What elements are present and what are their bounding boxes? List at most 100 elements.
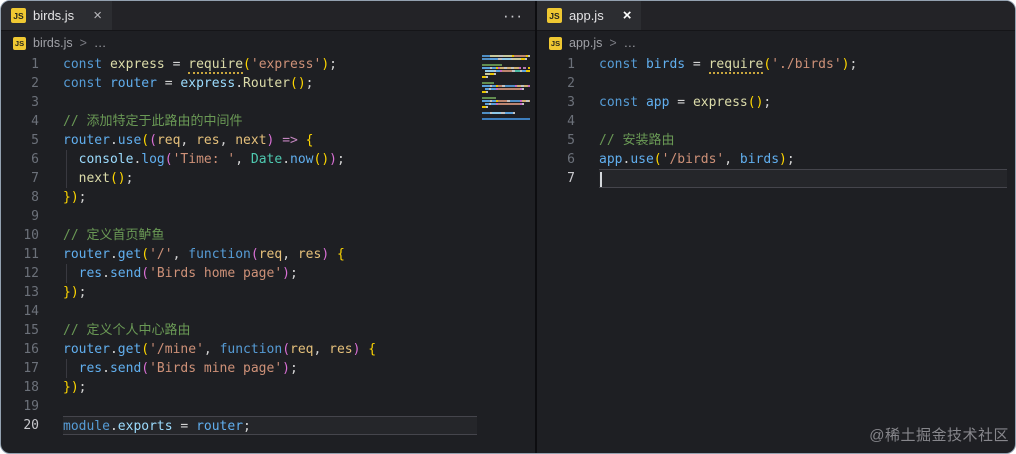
line-number: 9 — [31, 209, 39, 224]
line-number: 4 — [31, 114, 39, 129]
code-token: Date — [250, 152, 283, 167]
code-line[interactable]: 4 — [537, 112, 1015, 131]
editor-app-js[interactable]: 1 const birds = require('./birds'); 2 3 con… — [537, 55, 1015, 188]
code-token: use — [630, 152, 654, 167]
code-line[interactable]: 1 const birds = require('./birds'); — [537, 55, 1015, 74]
code-line[interactable]: 2 const router = express.Router(); — [1, 74, 535, 93]
code-token: } — [63, 285, 71, 300]
code-line[interactable]: 10 // 定义首页鲈鱼 — [1, 226, 535, 245]
close-tab-icon[interactable]: × — [623, 8, 632, 23]
code-line[interactable]: 17 res.send('Birds mine page'); — [1, 359, 535, 378]
code-token: router — [63, 247, 110, 262]
code-line[interactable]: 6 console.log('Time: ', Date.now()); — [1, 150, 535, 169]
minimap-line — [482, 97, 530, 99]
code-token: res — [78, 266, 103, 281]
line-number: 2 — [567, 76, 575, 91]
code-text — [599, 169, 1007, 188]
code-line[interactable]: 3 — [1, 93, 535, 112]
tab-birds-js[interactable]: JS birds.js × — [1, 1, 112, 30]
vscode-window: JS birds.js × ··· JS birds.js > … 1 const… — [0, 0, 1016, 454]
code-token: './birds' — [771, 57, 842, 72]
code-line[interactable]: 18}); — [1, 378, 535, 397]
code-token: ( — [164, 152, 173, 167]
code-line[interactable]: 7 next(); — [1, 169, 535, 188]
code-line[interactable]: 11 router.get('/', function(req, res) { — [1, 245, 535, 264]
code-text: const app = express(); — [599, 93, 1007, 112]
code-line[interactable]: 14 — [1, 302, 535, 321]
line-number: 1 — [567, 57, 575, 72]
code-line[interactable]: 7 — [537, 169, 1015, 188]
code-text: res.send('Birds home page'); — [63, 264, 477, 283]
line-number: 13 — [23, 285, 39, 300]
code-token: . — [102, 361, 110, 376]
minimap-line — [482, 55, 530, 57]
code-token: console — [78, 152, 134, 167]
tab-app-js[interactable]: JS app.js × — [537, 1, 642, 30]
code-token: send — [109, 266, 142, 281]
code-text: res.send('Birds mine page'); — [63, 359, 477, 378]
code-token: ( — [141, 133, 150, 148]
code-token: ; — [329, 57, 337, 72]
minimap-line — [482, 76, 530, 78]
breadcrumb[interactable]: JS app.js > … — [537, 31, 1015, 55]
breadcrumb-file[interactable]: birds.js — [33, 36, 73, 50]
line-number: 2 — [31, 76, 39, 91]
code-token: ) — [321, 247, 330, 262]
code-token: } — [63, 380, 71, 395]
javascript-file-icon: JS — [11, 8, 26, 23]
breadcrumb-file[interactable]: app.js — [569, 36, 602, 50]
code-token: . — [102, 266, 110, 281]
more-actions-button[interactable]: ··· — [503, 1, 523, 31]
line-number: 8 — [31, 190, 39, 205]
code-line[interactable]: 19 — [1, 397, 535, 416]
breadcrumb[interactable]: JS birds.js > … — [1, 31, 535, 55]
breadcrumb-more[interactable]: … — [624, 36, 637, 50]
code-text: // 添加特定于此路由的中间件 — [63, 112, 477, 131]
minimap[interactable] — [482, 55, 530, 115]
code-token: 'Birds mine page' — [149, 361, 283, 376]
code-line[interactable]: 2 — [537, 74, 1015, 93]
code-token: // 添加特定于此路由的中间件 — [63, 114, 243, 129]
code-line[interactable]: 3 const app = express(); — [537, 93, 1015, 112]
code-line[interactable]: 1 const express = require('express'); — [1, 55, 535, 74]
code-line[interactable]: 13}); — [1, 283, 535, 302]
code-token: ; — [78, 380, 87, 395]
code-line[interactable]: 16 router.get('/mine', function(req, res)… — [1, 340, 535, 359]
code-line[interactable]: 20 module.exports = router; — [1, 416, 535, 435]
code-token: ( — [282, 342, 291, 357]
code-token: ) — [282, 266, 290, 281]
code-line[interactable]: 5 // 安装路由 — [537, 131, 1015, 150]
code-token: app — [645, 95, 670, 110]
code-line[interactable]: 15 // 定义个人中心路由 — [1, 321, 535, 340]
code-token: ( — [141, 266, 150, 281]
line-number: 5 — [567, 133, 575, 148]
code-token: // 安装路由 — [599, 133, 675, 148]
code-line[interactable]: 12 res.send('Birds home page'); — [1, 264, 535, 283]
code-token: router — [196, 419, 244, 434]
code-line[interactable]: 8}); — [1, 188, 535, 207]
code-line[interactable]: 9 — [1, 207, 535, 226]
code-token: express — [109, 57, 165, 72]
breadcrumb-more[interactable]: … — [94, 36, 107, 50]
code-token: next — [78, 171, 110, 186]
line-number: 7 — [31, 171, 39, 186]
code-token: 'Birds home page' — [149, 266, 283, 281]
code-token: ( — [109, 171, 118, 186]
code-token: res — [297, 247, 322, 262]
line-number: 10 — [23, 228, 39, 243]
code-token: , — [724, 152, 740, 167]
code-line[interactable]: 4 // 添加特定于此路由的中间件 — [1, 112, 535, 131]
code-line[interactable]: 5 router.use((req, res, next) => { — [1, 131, 535, 150]
close-tab-icon[interactable]: × — [93, 8, 102, 23]
editor-birds-js[interactable]: 1 const express = require('express'); 2 con… — [1, 55, 535, 435]
code-token: use — [117, 133, 142, 148]
code-token: = — [172, 419, 197, 434]
code-token: router — [63, 133, 110, 148]
code-token: ( — [141, 342, 150, 357]
javascript-file-icon: JS — [549, 36, 562, 50]
code-line[interactable]: 6 app.use('/birds', birds); — [537, 150, 1015, 169]
code-token: ( — [747, 95, 756, 110]
